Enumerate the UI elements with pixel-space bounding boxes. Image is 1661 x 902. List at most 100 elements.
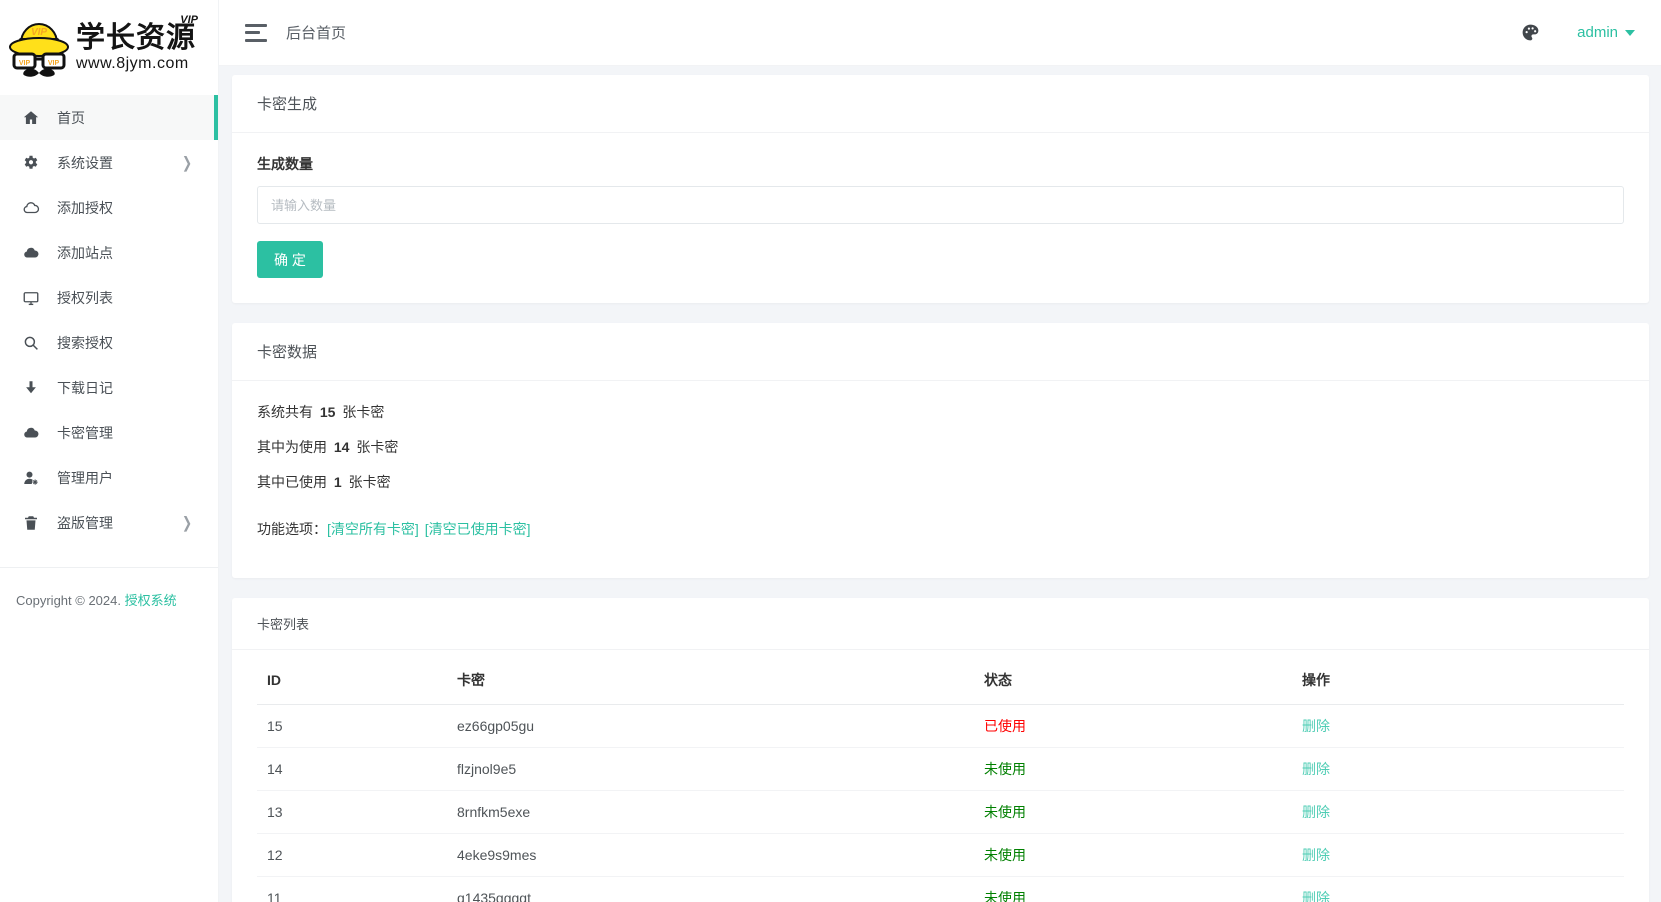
delete-link[interactable]: 删除 bbox=[1302, 804, 1330, 820]
delete-link[interactable]: 删除 bbox=[1302, 890, 1330, 902]
clear-option-link-1[interactable]: [清空已使用卡密] bbox=[425, 521, 531, 537]
app-window: VIP VIP VIP 学长资源 VIP www.8jym.com 首页❯系统设… bbox=[0, 0, 1661, 902]
sidebar-item-0[interactable]: 首页❯ bbox=[0, 95, 218, 140]
sidebar-item-label: 系统设置 bbox=[57, 153, 113, 173]
status-badge: 未使用 bbox=[984, 761, 1026, 777]
stat-line: 其中为使用 14 张卡密 bbox=[257, 437, 1624, 457]
list-card-body: ID卡密状态操作 15ez66gp05gu已使用删除14flzjnol9e5未使… bbox=[232, 650, 1649, 902]
list-card: 卡密列表 ID卡密状态操作 15ez66gp05gu已使用删除14flzjnol… bbox=[232, 598, 1649, 902]
username: admin bbox=[1577, 24, 1618, 41]
cell-status: 已使用 bbox=[974, 705, 1292, 748]
sidebar-item-4[interactable]: 授权列表❯ bbox=[0, 275, 218, 320]
sidebar-item-label: 盗版管理 bbox=[57, 513, 113, 533]
sidebar-item-label: 首页 bbox=[57, 108, 85, 128]
options-line: 功能选项：[清空所有卡密] [清空已使用卡密] bbox=[257, 519, 1624, 553]
cell-id: 14 bbox=[257, 748, 447, 791]
status-badge: 未使用 bbox=[984, 847, 1026, 863]
column-header-2: 状态 bbox=[974, 656, 1292, 705]
brand-text: 学长资源 VIP www.8jym.com bbox=[76, 24, 196, 72]
sidebar-item-9[interactable]: 盗版管理 ❯ bbox=[0, 500, 218, 545]
stat-lines: 系统共有 15 张卡密其中为使用 14 张卡密其中已使用 1 张卡密 bbox=[257, 402, 1624, 492]
copyright-link[interactable]: 授权系统 bbox=[125, 593, 177, 608]
copyright: Copyright © 2024. 授权系统 bbox=[0, 568, 218, 609]
generate-card: 卡密生成 生成数量 确 定 bbox=[232, 75, 1649, 303]
sidebar-item-label: 搜索授权 bbox=[57, 333, 113, 353]
brand-vip-badge: VIP bbox=[180, 15, 198, 26]
chevron-down-icon bbox=[1625, 30, 1635, 36]
stats-card-title: 卡密数据 bbox=[232, 323, 1649, 381]
sidebar-item-label: 下载日记 bbox=[57, 378, 113, 398]
delete-link[interactable]: 删除 bbox=[1302, 847, 1330, 863]
chevron-right-icon: ❯ bbox=[182, 513, 192, 531]
cloud-outline-icon bbox=[21, 198, 40, 217]
quantity-input[interactable] bbox=[257, 186, 1624, 224]
status-badge: 未使用 bbox=[984, 890, 1026, 902]
sidebar-item-3[interactable]: 添加站点❯ bbox=[0, 230, 218, 275]
cloud-icon bbox=[21, 243, 40, 262]
generate-card-title: 卡密生成 bbox=[232, 75, 1649, 133]
sidebar-item-1[interactable]: 系统设置 ❯ bbox=[0, 140, 218, 185]
clear-option-link-0[interactable]: [清空所有卡密] bbox=[327, 521, 419, 537]
sidebar-nav: 首页❯系统设置❯添加授权❯添加站点❯授权列表❯搜索授权❯下载日记❯卡密管理❯管理… bbox=[0, 95, 218, 545]
sidebar-item-5[interactable]: 搜索授权❯ bbox=[0, 320, 218, 365]
sidebar: VIP VIP VIP 学长资源 VIP www.8jym.com 首页❯系统设… bbox=[0, 0, 219, 902]
cell-id: 13 bbox=[257, 791, 447, 834]
brand-url: www.8jym.com bbox=[76, 56, 196, 72]
gear-icon bbox=[21, 153, 40, 172]
generate-card-body: 生成数量 确 定 bbox=[232, 133, 1649, 303]
menu-toggle-icon[interactable] bbox=[245, 24, 269, 42]
key-table: ID卡密状态操作 15ez66gp05gu已使用删除14flzjnol9e5未使… bbox=[257, 656, 1624, 902]
status-badge: 未使用 bbox=[984, 804, 1026, 820]
brand-logo[interactable]: VIP VIP VIP 学长资源 VIP www.8jym.com bbox=[0, 0, 218, 95]
cell-id: 11 bbox=[257, 877, 447, 902]
quantity-label: 生成数量 bbox=[257, 156, 313, 172]
table-row: 11q1435qgggt 未使用 删除 bbox=[257, 877, 1624, 902]
svg-text:VIP: VIP bbox=[48, 60, 60, 67]
sidebar-item-8[interactable]: 管理用户❯ bbox=[0, 455, 218, 500]
sidebar-item-label: 卡密管理 bbox=[57, 423, 113, 443]
options-label: 功能选项： bbox=[257, 521, 327, 537]
sidebar-item-7[interactable]: 卡密管理❯ bbox=[0, 410, 218, 455]
topbar: 后台首页 admin bbox=[219, 0, 1661, 66]
table-row: 124eke9s9mes未使用删除 bbox=[257, 834, 1624, 877]
main-area: 后台首页 admin 卡密生成 生成数量 bbox=[219, 0, 1661, 902]
sidebar-item-label: 授权列表 bbox=[57, 288, 113, 308]
delete-link[interactable]: 删除 bbox=[1302, 718, 1330, 734]
column-header-0: ID bbox=[257, 656, 447, 705]
column-header-3: 操作 bbox=[1292, 656, 1624, 705]
cell-status: 未使用 bbox=[974, 834, 1292, 877]
chevron-right-icon: ❯ bbox=[182, 153, 192, 171]
user-dropdown[interactable]: admin bbox=[1577, 24, 1635, 41]
cell-status: 未使用 bbox=[974, 791, 1292, 834]
download-icon bbox=[21, 378, 40, 397]
mascot-logo-icon: VIP VIP VIP bbox=[8, 8, 70, 87]
svg-text:VIP: VIP bbox=[19, 60, 31, 67]
sidebar-item-2[interactable]: 添加授权❯ bbox=[0, 185, 218, 230]
trash-icon bbox=[21, 513, 40, 532]
list-card-title: 卡密列表 bbox=[232, 598, 1649, 650]
cell-code: 4eke9s9mes bbox=[447, 834, 974, 877]
cell-code: q1435qgggt bbox=[447, 877, 974, 902]
table-row: 138rnfkm5exe 未使用 删除 bbox=[257, 791, 1624, 834]
sidebar-item-label: 管理用户 bbox=[57, 468, 113, 488]
copyright-text: Copyright © 2024. bbox=[16, 593, 125, 608]
cell-action: 删除 bbox=[1292, 705, 1624, 748]
table-header-row: ID卡密状态操作 bbox=[257, 656, 1624, 705]
cell-code: 8rnfkm5exe bbox=[447, 791, 974, 834]
cell-id: 15 bbox=[257, 705, 447, 748]
user-gear-icon bbox=[21, 468, 40, 487]
cell-code: ez66gp05gu bbox=[447, 705, 974, 748]
cell-action: 删除 bbox=[1292, 748, 1624, 791]
table-row: 15ez66gp05gu已使用删除 bbox=[257, 705, 1624, 748]
delete-link[interactable]: 删除 bbox=[1302, 761, 1330, 777]
sidebar-item-label: 添加授权 bbox=[57, 198, 113, 218]
stats-card-body: 系统共有 15 张卡密其中为使用 14 张卡密其中已使用 1 张卡密 功能选项：… bbox=[232, 381, 1649, 578]
sidebar-item-label: 添加站点 bbox=[57, 243, 113, 263]
theme-palette-icon[interactable] bbox=[1517, 20, 1543, 46]
table-row: 14flzjnol9e5未使用删除 bbox=[257, 748, 1624, 791]
sidebar-item-6[interactable]: 下载日记❯ bbox=[0, 365, 218, 410]
cell-action: 删除 bbox=[1292, 791, 1624, 834]
confirm-button[interactable]: 确 定 bbox=[257, 241, 323, 278]
search-icon bbox=[21, 333, 40, 352]
svg-text:VIP: VIP bbox=[31, 27, 47, 38]
